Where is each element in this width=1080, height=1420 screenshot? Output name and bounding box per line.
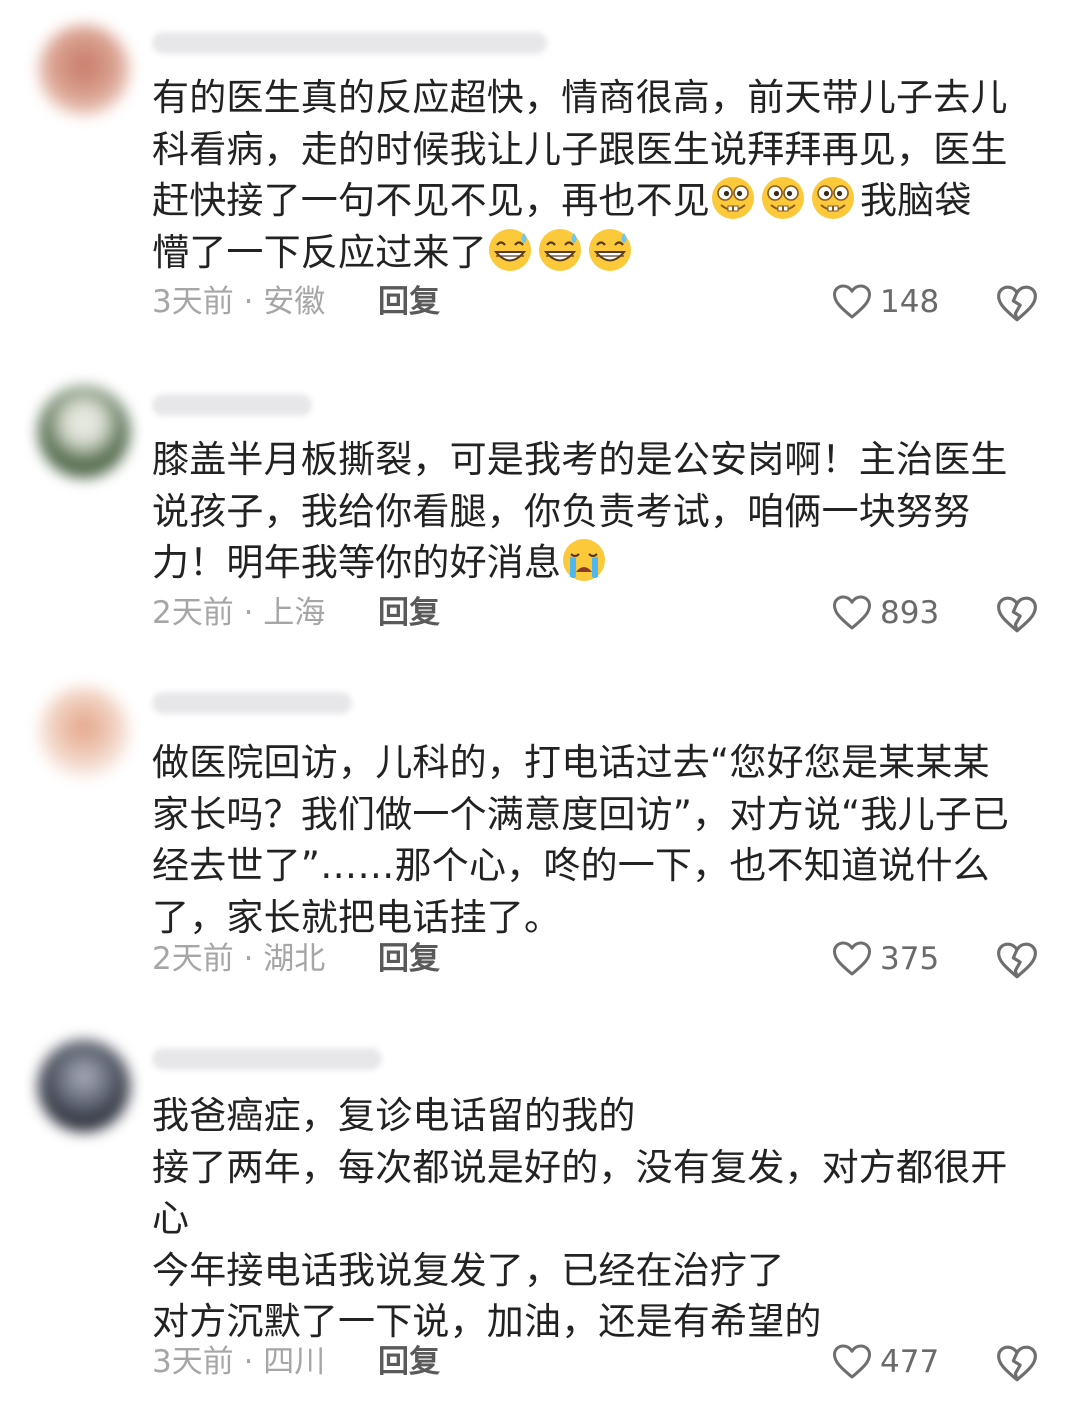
heart-outline-icon	[832, 284, 872, 320]
heart-outline-icon	[832, 941, 872, 977]
comment-line: 懵了一下反应过来了	[152, 230, 487, 274]
crying-face-emoji	[561, 537, 607, 583]
comment-meta: 3天前 · 四川	[152, 1344, 326, 1380]
comment-line: 我脑袋	[860, 179, 972, 222]
broken-heart-icon[interactable]	[996, 595, 1038, 635]
comment-line: 今年接电话我说复发了，已经在治疗了	[152, 1248, 785, 1292]
comment-text: 我爸癌症，复诊电话留的我的 接了两年，每次都说是好的，没有复发，对方都很开 心 …	[152, 1090, 1042, 1348]
comment-line: 做医院回访，儿科的，打电话过去“您好您是某某某	[152, 741, 990, 784]
silly-face-emoji	[810, 175, 856, 221]
comment-line: 我爸癌症，复诊电话留的我的	[152, 1094, 636, 1137]
comment-meta: 2天前 · 湖北	[152, 941, 326, 977]
like-count: 375	[880, 941, 940, 977]
avatar[interactable]	[38, 24, 130, 116]
like-button[interactable]: 893	[832, 593, 939, 633]
silly-face-emoji	[760, 175, 806, 221]
heart-outline-icon	[832, 595, 872, 631]
like-button[interactable]: 477	[832, 1342, 939, 1382]
like-button[interactable]: 375	[832, 939, 939, 979]
comment-text: 有的医生真的反应超快，情商很高，前天带儿子去儿 科看病，走的时候我让儿子跟医生说…	[152, 72, 1042, 278]
like-button[interactable]: 148	[832, 282, 939, 322]
reply-button[interactable]: 回复	[378, 593, 440, 633]
comment-line: 心	[152, 1197, 190, 1240]
like-count: 477	[880, 1344, 940, 1380]
comment-line: 力！明年我等你的好消息	[152, 541, 562, 584]
broken-heart-icon[interactable]	[996, 1344, 1038, 1384]
like-count: 148	[880, 284, 940, 320]
comment-line: 科看病，走的时候我让儿子跟医生说拜拜再见，医生	[152, 127, 1008, 171]
comment-meta: 2天前 · 上海	[152, 595, 326, 631]
avatar[interactable]	[38, 386, 130, 478]
username[interactable]	[152, 692, 352, 714]
comment-meta: 3天前 · 安徽	[152, 284, 326, 320]
broken-heart-icon[interactable]	[996, 941, 1038, 981]
heart-outline-icon	[832, 1344, 872, 1380]
comment-line: 对方沉默了一下说，加油，还是有希望的	[152, 1300, 822, 1343]
username[interactable]	[152, 1048, 382, 1070]
grin-sweat-emoji	[537, 227, 583, 273]
comment-line: 了，家长就把电话挂了。	[152, 895, 562, 939]
reply-button[interactable]: 回复	[378, 939, 440, 979]
grin-sweat-emoji	[587, 227, 633, 273]
username[interactable]	[152, 394, 312, 416]
silly-face-emoji	[710, 175, 756, 221]
reply-button[interactable]: 回复	[378, 1342, 440, 1382]
comment-text: 做医院回访，儿科的，打电话过去“您好您是某某某 家长吗？我们做一个满意度回访”，…	[152, 737, 1042, 943]
avatar[interactable]	[38, 686, 130, 778]
comment-line: 说孩子，我给你看腿，你负责考试，咱俩一块努努	[152, 489, 971, 533]
reply-button[interactable]: 回复	[378, 282, 440, 322]
avatar[interactable]	[38, 1040, 130, 1132]
comment-line: 有的医生真的反应超快，情商很高，前天带儿子去儿	[152, 76, 1008, 119]
username[interactable]	[152, 32, 547, 54]
comment-text: 膝盖半月板撕裂，可是我考的是公安岗啊！主治医生 说孩子，我给你看腿，你负责考试，…	[152, 434, 1042, 589]
grin-sweat-emoji	[487, 227, 533, 273]
comment-line: 家长吗？我们做一个满意度回访”，对方说“我儿子已	[152, 792, 1010, 836]
comment-line: 赶快接了一句不见不见，再也不见	[152, 179, 710, 222]
comment-line: 膝盖半月板撕裂，可是我考的是公安岗啊！主治医生	[152, 438, 1008, 481]
broken-heart-icon[interactable]	[996, 284, 1038, 324]
like-count: 893	[880, 595, 940, 631]
comment-line: 经去世了”……那个心，咚的一下，也不知道说什么	[152, 844, 990, 887]
comment-line: 接了两年，每次都说是好的，没有复发，对方都很开	[152, 1145, 1008, 1189]
